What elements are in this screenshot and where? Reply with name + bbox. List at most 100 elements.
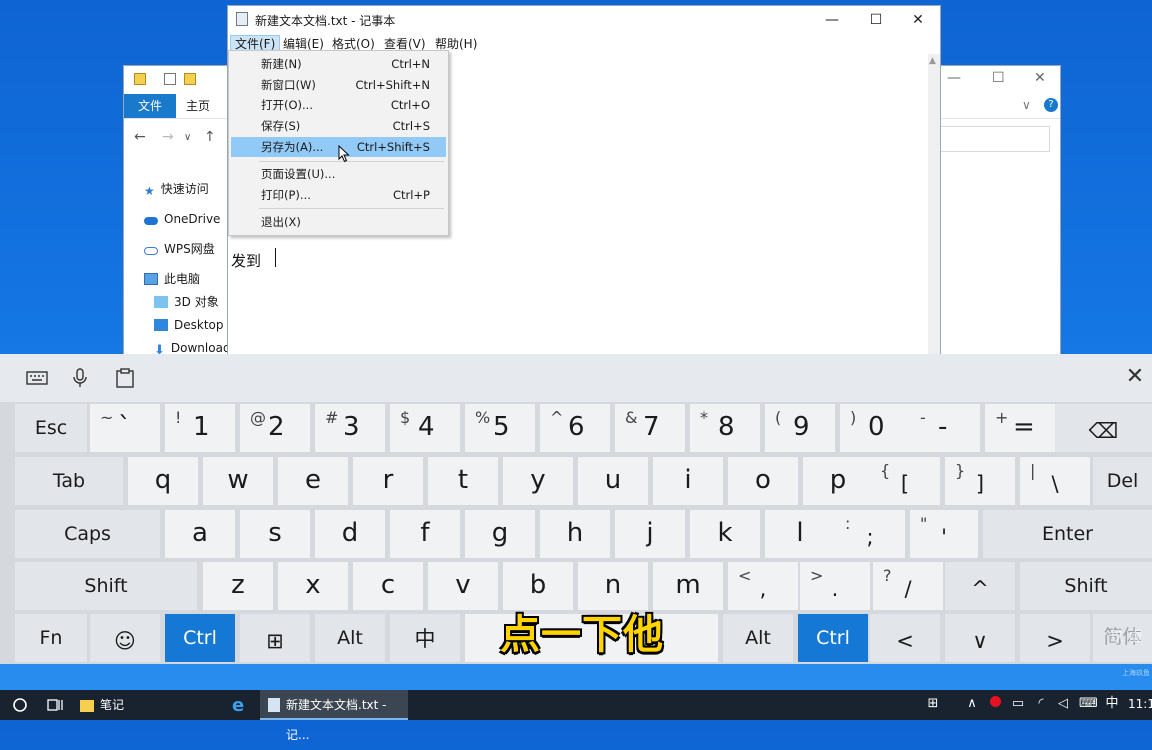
key-8[interactable]: * 8	[690, 404, 760, 452]
key-tab[interactable]: Tab	[15, 457, 123, 505]
chevron-up-icon[interactable]: ∧	[964, 696, 980, 712]
key-i[interactable]: i	[653, 457, 723, 505]
key-w[interactable]: w	[203, 457, 273, 505]
menu-item-new-window[interactable]: 新窗口(W) Ctrl+Shift+N	[231, 75, 446, 95]
key-symrow5-3[interactable]: ⊞	[240, 614, 310, 662]
key-u[interactable]: u	[578, 457, 648, 505]
tree-item-this-pc[interactable]: 此电脑	[144, 270, 200, 288]
key-symrow1-12[interactable]: --	[910, 404, 980, 452]
vertical-scrollbar[interactable]: ▲	[928, 54, 940, 359]
key-h[interactable]: h	[540, 510, 610, 558]
minimize-icon[interactable]: —	[812, 10, 852, 30]
key-a[interactable]: a	[165, 510, 235, 558]
key-ctrl[interactable]: Ctrl	[798, 614, 868, 662]
key-symrow3-11[interactable]: " '	[910, 510, 978, 558]
key-s[interactable]: s	[240, 510, 310, 558]
key-symrow1-14[interactable]: ⌫	[1055, 404, 1152, 452]
key-symrow4-9[interactable]: >.	[800, 562, 870, 610]
key-d[interactable]: d	[315, 510, 385, 558]
minimize-icon[interactable]: —	[947, 70, 961, 86]
key-c[interactable]: c	[353, 562, 423, 610]
chevron-down-icon[interactable]: ∨	[1022, 98, 1031, 112]
network-icon[interactable]: ◜	[1033, 696, 1049, 712]
ime-indicator[interactable]: 中	[1103, 696, 1121, 712]
key-ctrl[interactable]: Ctrl	[165, 614, 235, 662]
search-input[interactable]: "	[932, 126, 1050, 152]
new-folder-icon[interactable]	[184, 73, 196, 85]
key-z[interactable]: z	[203, 562, 273, 610]
taskbar-item-notes[interactable]: 笔记	[80, 690, 124, 720]
key-esc[interactable]: Esc	[15, 404, 87, 452]
key-6[interactable]: ^ 6	[540, 404, 610, 452]
key-enter[interactable]: Enter	[983, 510, 1152, 558]
key-r[interactable]: r	[353, 457, 423, 505]
recent-chevron-icon[interactable]: ∨	[184, 132, 191, 143]
key-symrow2-12[interactable]: }]	[945, 457, 1015, 505]
maximize-icon[interactable]: ☐	[856, 10, 896, 30]
key-fn[interactable]: Fn	[15, 614, 87, 662]
input-mode-icon[interactable]: ⊞	[925, 696, 941, 712]
key-f[interactable]: f	[390, 510, 460, 558]
menu-item-print[interactable]: 打印(P)... Ctrl+P	[231, 185, 446, 205]
key-o[interactable]: o	[728, 457, 798, 505]
key-symrow5-10[interactable]: ∨	[945, 614, 1015, 662]
key-symrow4-10[interactable]: ? /	[873, 562, 943, 610]
key-symrow1-1[interactable]: ~ `	[90, 404, 160, 452]
record-icon[interactable]	[987, 696, 1003, 712]
keyboard-tray-icon[interactable]: ⌨	[1079, 696, 1098, 712]
key-symrow2-11[interactable]: {[	[870, 457, 940, 505]
scroll-up-arrow-icon[interactable]: ▲	[929, 56, 936, 66]
key-l[interactable]: l	[765, 510, 835, 558]
key-shift[interactable]: Shift	[15, 562, 197, 610]
key-2[interactable]: @2	[240, 404, 310, 452]
key-y[interactable]: y	[503, 457, 573, 505]
key-del[interactable]: Del	[1093, 457, 1152, 505]
key-v[interactable]: v	[428, 562, 498, 610]
key-p[interactable]: p	[803, 457, 873, 505]
key-symrow5-9[interactable]: <	[870, 614, 940, 662]
key-symrow1-13[interactable]: + =	[985, 404, 1055, 452]
maximize-icon[interactable]: ☐	[992, 70, 1005, 86]
menu-item-exit[interactable]: 退出(X)	[231, 212, 446, 232]
key-3[interactable]: #3	[315, 404, 385, 452]
key-symrow3-10[interactable]: :;	[835, 510, 905, 558]
tree-item-onedrive[interactable]: OneDrive	[144, 210, 220, 228]
menu-item-new[interactable]: 新建(N) Ctrl+N	[231, 54, 446, 74]
key-中[interactable]: 中	[390, 614, 460, 662]
forward-arrow-icon[interactable]: →	[162, 129, 174, 145]
key-0[interactable]: ) 0	[840, 404, 910, 452]
menu-item-open[interactable]: 打开(O)... Ctrl+O	[231, 95, 446, 115]
tree-item-quick-access[interactable]: ★ 快速访问	[144, 180, 209, 198]
ribbon-tab-home[interactable]: 主页	[186, 94, 210, 118]
key-shift[interactable]: Shift	[1020, 562, 1152, 610]
checkbox-icon[interactable]	[164, 73, 176, 85]
taskbar-item-edge[interactable]: e	[232, 690, 244, 720]
key-1[interactable]: ! 1	[165, 404, 235, 452]
key-t[interactable]: t	[428, 457, 498, 505]
help-icon[interactable]: ?	[1044, 98, 1058, 112]
close-icon[interactable]: ✕	[1034, 70, 1046, 86]
search-circle-icon[interactable]	[12, 697, 28, 713]
menu-item-save[interactable]: 保存(S) Ctrl+S	[231, 116, 446, 136]
notepad-titlebar[interactable]: 新建文本文档.txt - 记事本 — ☐ ✕	[228, 6, 940, 34]
menu-item-page-setup[interactable]: 页面设置(U)...	[231, 164, 446, 184]
key-k[interactable]: k	[690, 510, 760, 558]
key-q[interactable]: q	[128, 457, 198, 505]
close-icon[interactable]: ✕	[898, 10, 938, 30]
up-arrow-icon[interactable]: ↑	[204, 129, 216, 145]
battery-icon[interactable]: ▭	[1010, 696, 1026, 712]
key-alt[interactable]: Alt	[723, 614, 793, 662]
key-symrow4-8[interactable]: <,	[728, 562, 798, 610]
back-arrow-icon[interactable]: ←	[134, 129, 146, 145]
key-symrow4-11[interactable]: ^	[945, 562, 1015, 610]
key-symrow2-13[interactable]: | \	[1020, 457, 1090, 505]
key-7[interactable]: & 7	[615, 404, 685, 452]
tree-item-wps-drive[interactable]: WPS网盘	[144, 240, 215, 258]
key-x[interactable]: x	[278, 562, 348, 610]
key-5[interactable]: % 5	[465, 404, 535, 452]
volume-icon[interactable]: ◁	[1055, 696, 1071, 712]
ribbon-tab-file[interactable]: 文件	[124, 94, 176, 118]
key-e[interactable]: e	[278, 457, 348, 505]
key-9[interactable]: (9	[765, 404, 835, 452]
tree-item-desktop[interactable]: Desktop	[154, 316, 224, 334]
